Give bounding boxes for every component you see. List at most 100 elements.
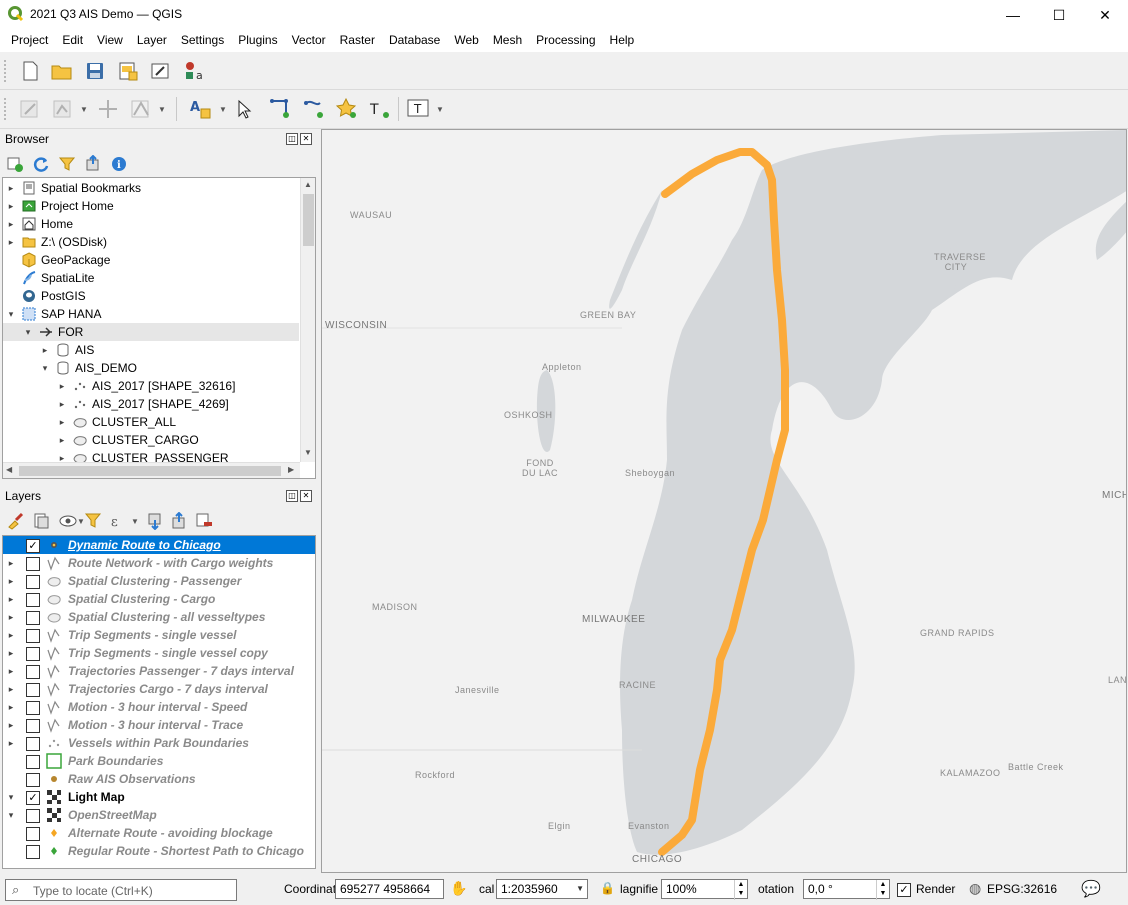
- menu-settings[interactable]: Settings: [174, 30, 231, 52]
- collapsed-arrow-icon[interactable]: ▸: [6, 215, 16, 233]
- expression-filter-icon[interactable]: ε: [110, 512, 130, 530]
- filter-icon[interactable]: [58, 155, 76, 173]
- collapsed-arrow-icon[interactable]: ▸: [57, 395, 67, 413]
- collapsed-arrow-icon[interactable]: ▸: [6, 554, 16, 572]
- minimize-button[interactable]: —: [990, 0, 1036, 30]
- browser-item[interactable]: ▸ AIS: [3, 341, 299, 359]
- collapsed-arrow-icon[interactable]: ▸: [6, 734, 16, 752]
- collapsed-arrow-icon[interactable]: ▸: [6, 572, 16, 590]
- layer-item[interactable]: ▸ Spatial Clustering - Passenger: [3, 572, 315, 590]
- layer-item[interactable]: Park Boundaries: [3, 752, 315, 770]
- expand-all-icon[interactable]: [146, 512, 166, 530]
- menu-web[interactable]: Web: [447, 30, 485, 52]
- scrollbar-thumb[interactable]: [19, 466, 281, 476]
- add-polygon-button[interactable]: [267, 96, 293, 122]
- style-brush-icon[interactable]: [6, 512, 26, 530]
- layer-visibility-checkbox[interactable]: [26, 827, 40, 841]
- layer-visibility-checkbox[interactable]: [26, 647, 40, 661]
- spin-arrows-icon[interactable]: ▲ ▼: [734, 880, 747, 900]
- collapse-all-icon[interactable]: [84, 155, 102, 173]
- layer-item[interactable]: ▸ Trajectories Cargo - 7 days interval: [3, 680, 315, 698]
- layer-visibility-checkbox[interactable]: [26, 755, 40, 769]
- expanded-arrow-icon[interactable]: ▾: [23, 323, 33, 341]
- layer-visibility-checkbox[interactable]: [26, 737, 40, 751]
- layer-item[interactable]: Alternate Route - avoiding blockage: [3, 824, 315, 842]
- expanded-arrow-icon[interactable]: ▾: [6, 305, 16, 323]
- vertex-tool-button[interactable]: [50, 96, 76, 122]
- dropdown-arrow-icon[interactable]: ▼: [576, 880, 584, 898]
- float-panel-icon[interactable]: ◫: [286, 490, 298, 502]
- browser-item[interactable]: SpatiaLite: [3, 269, 299, 287]
- browser-item[interactable]: GeoPackage: [3, 251, 299, 269]
- label-tool-button[interactable]: A: [188, 96, 214, 122]
- menu-layer[interactable]: Layer: [130, 30, 174, 52]
- collapsed-arrow-icon[interactable]: ▸: [57, 377, 67, 395]
- menu-help[interactable]: Help: [603, 30, 642, 52]
- layer-item[interactable]: ▸ Spatial Clustering - Cargo: [3, 590, 315, 608]
- scroll-down-icon[interactable]: ▼: [304, 448, 312, 457]
- browser-vertical-scrollbar[interactable]: ▲ ▼: [300, 178, 315, 462]
- expanded-arrow-icon[interactable]: ▾: [40, 359, 50, 377]
- layer-visibility-checkbox[interactable]: [26, 773, 40, 787]
- crs-label[interactable]: EPSG:32616: [987, 882, 1057, 896]
- lock-scale-icon[interactable]: 🔒: [600, 881, 615, 895]
- add-group-icon[interactable]: [32, 512, 52, 530]
- open-project-button[interactable]: [49, 58, 75, 84]
- browser-item[interactable]: PostGIS: [3, 287, 299, 305]
- collapse-all-icon[interactable]: [170, 512, 190, 530]
- collapsed-arrow-icon[interactable]: ▸: [40, 341, 50, 359]
- browser-item[interactable]: ▾ SAP HANA: [3, 305, 299, 323]
- collapsed-arrow-icon[interactable]: ▸: [57, 413, 67, 431]
- layer-item[interactable]: ▸ Trip Segments - single vessel: [3, 626, 315, 644]
- locator-search-input[interactable]: ⌕ Type to locate (Ctrl+K): [5, 879, 237, 901]
- map-canvas[interactable]: WAUSAU WISCONSIN GREEN BAY Appleton OSHKOSH F…: [321, 129, 1127, 873]
- render-checkbox[interactable]: ✓: [897, 883, 911, 897]
- mouse-coordinate-toggle-icon[interactable]: ✋: [450, 880, 467, 897]
- messages-icon[interactable]: 💬: [1081, 879, 1101, 899]
- new-project-button[interactable]: [17, 58, 43, 84]
- scroll-right-icon[interactable]: ▶: [288, 465, 294, 474]
- maximize-button[interactable]: ☐: [1036, 0, 1082, 30]
- layer-item[interactable]: ▸ Motion - 3 hour interval - Trace: [3, 716, 315, 734]
- collapsed-arrow-icon[interactable]: ▸: [6, 644, 16, 662]
- rotation-spinbox[interactable]: 0,0 ° ▲ ▼: [803, 879, 890, 900]
- menu-database[interactable]: Database: [382, 30, 447, 52]
- style-manager-button[interactable]: a: [181, 58, 207, 84]
- browser-item[interactable]: ▸ AIS_2017 [SHAPE_32616]: [3, 377, 299, 395]
- visibility-eye-icon[interactable]: [58, 512, 78, 530]
- select-label-button[interactable]: [232, 96, 258, 122]
- collapsed-arrow-icon[interactable]: ▸: [6, 197, 16, 215]
- layer-item[interactable]: ▸ Trajectories Passenger - 7 days interva…: [3, 662, 315, 680]
- layout-manager-button[interactable]: [148, 58, 174, 84]
- menu-processing[interactable]: Processing: [529, 30, 602, 52]
- new-print-layout-button[interactable]: [115, 58, 141, 84]
- menu-project[interactable]: Project: [4, 30, 55, 52]
- browser-item[interactable]: ▸ Spatial Bookmarks: [3, 179, 299, 197]
- scale-combobox[interactable]: 1:2035960 ▼: [496, 879, 588, 899]
- globe-crs-icon[interactable]: ◍: [969, 880, 981, 897]
- scroll-left-icon[interactable]: ◀: [6, 465, 12, 474]
- dropdown-arrow-icon[interactable]: ▼: [131, 517, 139, 526]
- layer-item[interactable]: Regular Route - Shortest Path to Chicago: [3, 842, 315, 860]
- browser-item[interactable]: ▸ Z:\ (OSDisk): [3, 233, 299, 251]
- close-panel-icon[interactable]: ✕: [300, 133, 312, 145]
- add-annotation-button[interactable]: [334, 96, 360, 122]
- add-selected-layers-icon[interactable]: [6, 155, 24, 173]
- layer-visibility-checkbox[interactable]: ✓: [26, 539, 40, 553]
- reshape-button[interactable]: [128, 96, 154, 122]
- browser-item[interactable]: ▸ CLUSTER_CARGO: [3, 431, 299, 449]
- collapsed-arrow-icon[interactable]: ▸: [6, 608, 16, 626]
- browser-item[interactable]: ▸ AIS_2017 [SHAPE_4269]: [3, 395, 299, 413]
- layer-visibility-checkbox[interactable]: [26, 611, 40, 625]
- layer-item[interactable]: ▾ ✓ Light Map: [3, 788, 315, 806]
- collapsed-arrow-icon[interactable]: ▸: [6, 590, 16, 608]
- save-project-button[interactable]: [82, 58, 108, 84]
- layer-item[interactable]: ▸ Spatial Clustering - all vesseltypes: [3, 608, 315, 626]
- refresh-icon[interactable]: [32, 155, 50, 173]
- dropdown-arrow-icon[interactable]: ▼: [158, 105, 166, 114]
- collapsed-arrow-icon[interactable]: ▸: [6, 626, 16, 644]
- layer-item[interactable]: Raw AIS Observations: [3, 770, 315, 788]
- layer-visibility-checkbox[interactable]: ✓: [26, 791, 40, 805]
- layer-item[interactable]: ▸ Route Network - with Cargo weights: [3, 554, 315, 572]
- layer-item[interactable]: ▾ OpenStreetMap: [3, 806, 315, 824]
